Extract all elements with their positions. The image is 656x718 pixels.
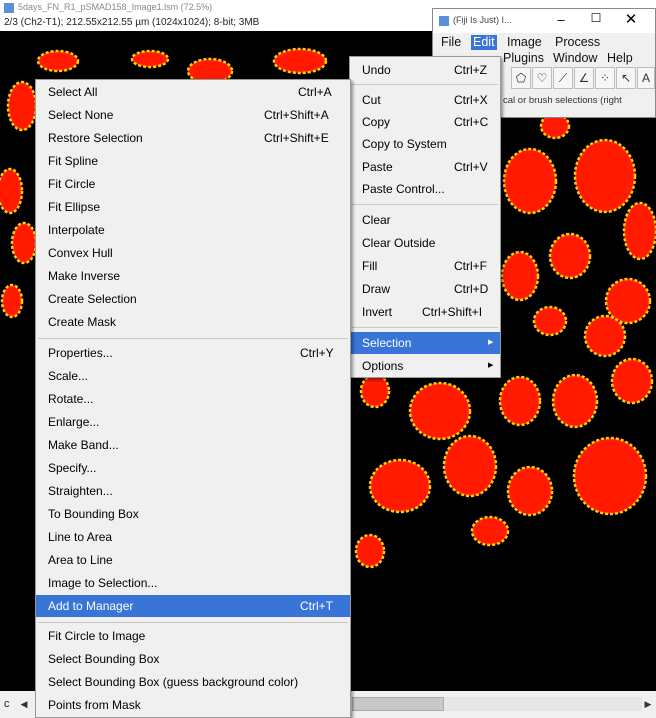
- submenu-arrow-icon: ▶: [488, 362, 494, 369]
- menu-image[interactable]: Image: [505, 35, 544, 50]
- freehand-tool-icon[interactable]: ♡: [532, 67, 552, 89]
- edit-item-undo[interactable]: Undo Ctrl+Z: [350, 59, 500, 81]
- maximize-button[interactable]: ☐: [586, 11, 606, 25]
- menu-help[interactable]: Help: [605, 51, 635, 66]
- menu-separator: [352, 327, 498, 328]
- polygon-tool-icon[interactable]: ⬠: [511, 67, 531, 89]
- edit-item-fill[interactable]: Fill Ctrl+F: [350, 255, 500, 277]
- edit-item-paste-control[interactable]: Paste Control...: [350, 178, 500, 200]
- sel-item-area-to-line[interactable]: Area to Line: [36, 549, 350, 571]
- fiji-status-text: cal or brush selections (right: [503, 95, 622, 106]
- sel-item-rotate[interactable]: Rotate...: [36, 388, 350, 410]
- sel-item-enlarge[interactable]: Enlarge...: [36, 411, 350, 433]
- sel-item-fit-spline[interactable]: Fit Spline: [36, 150, 350, 172]
- menu-separator: [352, 204, 498, 205]
- fiji-window-title: (Fiji Is Just) I...: [453, 15, 512, 25]
- edit-item-cut[interactable]: Cut Ctrl+X: [350, 89, 500, 111]
- edit-item-copy-to-system[interactable]: Copy to System: [350, 133, 500, 155]
- sel-item-select-bounding-box[interactable]: Select Bounding Box: [36, 648, 350, 670]
- sel-item-straighten[interactable]: Straighten...: [36, 480, 350, 502]
- edit-item-clear-outside[interactable]: Clear Outside: [350, 232, 500, 254]
- sel-item-select-all[interactable]: Select All Ctrl+A: [36, 81, 350, 103]
- scroll-right-arrow-icon[interactable]: ▶: [642, 697, 654, 711]
- sel-item-points-from-mask[interactable]: Points from Mask: [36, 694, 350, 716]
- sel-item-properties[interactable]: Properties... Ctrl+Y: [36, 342, 350, 364]
- menu-separator: [352, 84, 498, 85]
- menu-window[interactable]: Window: [551, 51, 599, 66]
- wand-tool-icon[interactable]: ↖: [616, 67, 636, 89]
- sel-item-add-to-manager[interactable]: Add to Manager Ctrl+T: [36, 595, 350, 617]
- submenu-arrow-icon: ▶: [488, 339, 494, 346]
- sel-item-line-to-area[interactable]: Line to Area: [36, 526, 350, 548]
- sel-item-restore-selection[interactable]: Restore Selection Ctrl+Shift+E: [36, 127, 350, 149]
- minimize-button[interactable]: –: [551, 12, 571, 27]
- sel-item-create-mask[interactable]: Create Mask: [36, 311, 350, 333]
- sel-item-select-bounding-box-guess[interactable]: Select Bounding Box (guess background co…: [36, 671, 350, 693]
- scroll-thumb[interactable]: [352, 697, 444, 711]
- edit-item-options[interactable]: Options ▶: [350, 355, 500, 377]
- edit-menu: Undo Ctrl+Z Cut Ctrl+X Copy Ctrl+C Copy …: [349, 56, 501, 378]
- sel-item-make-inverse[interactable]: Make Inverse: [36, 265, 350, 287]
- sel-item-make-band[interactable]: Make Band...: [36, 434, 350, 456]
- sel-item-to-bounding-box[interactable]: To Bounding Box: [36, 503, 350, 525]
- edit-item-paste[interactable]: Paste Ctrl+V: [350, 156, 500, 178]
- sel-item-fit-ellipse[interactable]: Fit Ellipse: [36, 196, 350, 218]
- menu-plugins[interactable]: Plugins: [501, 51, 546, 66]
- edit-item-selection[interactable]: Selection ▶: [350, 332, 500, 354]
- fiji-titlebar[interactable]: (Fiji Is Just) I... – ☐ ✕: [433, 9, 655, 33]
- image-window-title: 5days_FN_R1_pSMAD158_Image1.lsm (72.5%): [18, 2, 213, 12]
- text-tool-icon[interactable]: A: [637, 67, 655, 89]
- scroll-left-arrow-icon[interactable]: ◀: [18, 697, 30, 711]
- menu-process[interactable]: Process: [553, 35, 602, 50]
- channel-label: c: [4, 698, 10, 710]
- close-button[interactable]: ✕: [621, 10, 641, 28]
- sel-item-create-selection[interactable]: Create Selection: [36, 288, 350, 310]
- menu-file[interactable]: File: [439, 35, 463, 50]
- edit-item-clear[interactable]: Clear: [350, 209, 500, 231]
- line-tool-icon[interactable]: ⟋: [553, 67, 573, 89]
- selection-submenu: Select All Ctrl+A Select None Ctrl+Shift…: [35, 79, 351, 718]
- fiji-app-icon: [4, 3, 14, 13]
- sel-item-scale[interactable]: Scale...: [36, 365, 350, 387]
- edit-item-draw[interactable]: Draw Ctrl+D: [350, 278, 500, 300]
- sel-item-fit-circle-to-image[interactable]: Fit Circle to Image: [36, 625, 350, 647]
- sel-item-specify[interactable]: Specify...: [36, 457, 350, 479]
- image-info-text: 2/3 (Ch2-T1); 212.55x212.55 µm (1024x102…: [4, 17, 260, 28]
- sel-item-fit-circle[interactable]: Fit Circle: [36, 173, 350, 195]
- menu-separator: [38, 622, 348, 623]
- sel-item-convex-hull[interactable]: Convex Hull: [36, 242, 350, 264]
- edit-item-invert[interactable]: Invert Ctrl+Shift+I: [350, 301, 500, 323]
- sel-item-image-to-selection[interactable]: Image to Selection...: [36, 572, 350, 594]
- point-tool-icon[interactable]: ⁘: [595, 67, 615, 89]
- sel-item-interpolate[interactable]: Interpolate: [36, 219, 350, 241]
- fiji-app-icon: [439, 16, 449, 26]
- menu-edit[interactable]: Edit: [471, 35, 497, 50]
- edit-item-copy[interactable]: Copy Ctrl+C: [350, 111, 500, 133]
- sel-item-select-none[interactable]: Select None Ctrl+Shift+A: [36, 104, 350, 126]
- angle-tool-icon[interactable]: ∠: [574, 67, 594, 89]
- menu-separator: [38, 338, 348, 339]
- fiji-toolbar: ⬠ ♡ ⟋ ∠ ⁘ ↖ A: [511, 67, 656, 91]
